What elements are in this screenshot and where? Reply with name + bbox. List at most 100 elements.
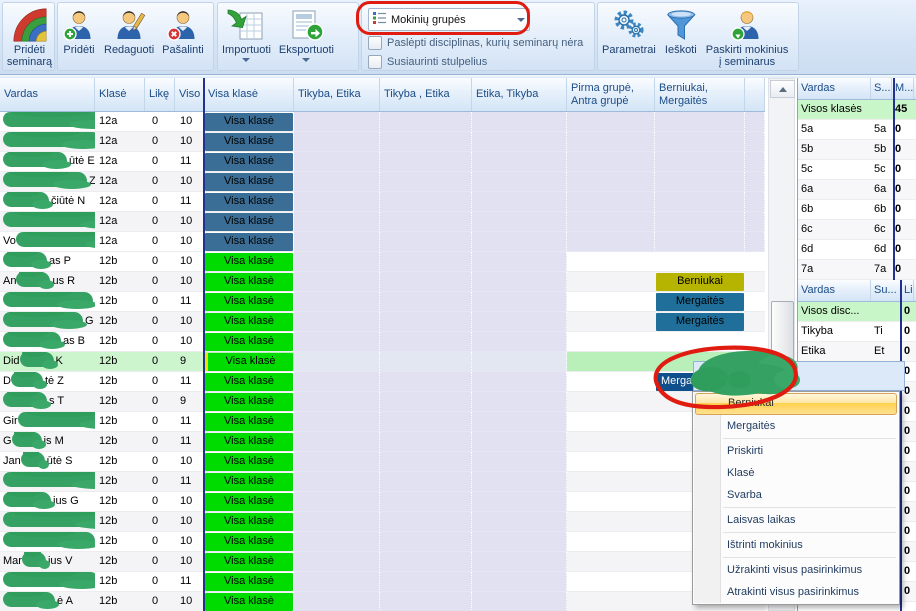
class-cell[interactable]: 12b [95,392,145,412]
class-cell[interactable]: 12b [95,572,145,592]
group-cell[interactable] [567,572,655,592]
visa-klase-tag[interactable]: Visa klasė [205,313,293,331]
left-cell[interactable]: 0 [145,472,175,492]
export-dropdown-arrow[interactable] [302,58,310,62]
total-cell[interactable]: 9 [175,392,204,412]
student-name-cell[interactable]: E [0,112,95,132]
discipline-cell[interactable] [472,392,567,412]
visa-klase-cell[interactable]: Visa klasė [204,392,294,412]
discipline-cell[interactable] [472,412,567,432]
visa-klase-tag[interactable]: Visa klasė [205,113,293,131]
table-row[interactable]: Gis M12b011Visa klasė [0,432,765,452]
student-name-cell[interactable] [0,512,95,532]
left-cell[interactable]: 0 [145,132,175,152]
visa-klase-tag[interactable]: Visa klasė [205,373,293,391]
total-cell[interactable]: 11 [175,472,204,492]
menu-item-atrakinti-visus-pasirinkimus[interactable]: Atrakinti visus pasirinkimus [693,581,899,603]
student-name-cell[interactable]: Gis M [0,432,95,452]
discipline-cell[interactable] [472,112,567,132]
panel-row[interactable]: Visos klasės45 [798,100,916,120]
column-header-visa-klasė[interactable]: Visa klasė [204,78,294,111]
group-cell[interactable] [567,272,655,292]
discipline-cell[interactable] [380,452,472,472]
group-cell[interactable] [745,252,765,272]
student-name-cell[interactable] [0,212,95,232]
table-row[interactable]: G12b010Visa klasėMergaitės [0,312,765,332]
discipline-cell[interactable] [294,172,380,192]
table-row[interactable]: D12b011Visa klasė [0,572,765,592]
discipline-cell[interactable] [294,592,380,611]
student-name-cell[interactable]: DidK [0,352,95,372]
table-row[interactable]: čiūtė N12a011Visa klasė [0,192,765,212]
class-cell[interactable]: 12b [95,412,145,432]
student-name-cell[interactable]: R [0,132,95,152]
visa-klase-cell[interactable]: Visa klasė [204,572,294,592]
panel-row[interactable]: TikybaTi0 [798,322,916,342]
panel-row[interactable]: 6a6a0 [798,180,916,200]
visa-klase-tag[interactable]: Visa klasė [205,273,293,291]
visa-klase-cell[interactable]: Visa klasė [204,592,294,611]
visa-klase-tag[interactable]: Visa klasė [205,153,293,171]
class-cell[interactable]: 12a [95,232,145,252]
panel-row[interactable]: 5c5c0 [798,160,916,180]
group-cell[interactable] [655,212,745,232]
left-cell[interactable]: 0 [145,272,175,292]
discipline-cell[interactable] [294,132,380,152]
discipline-cell[interactable] [294,292,380,312]
total-cell[interactable]: 9 [175,352,204,372]
group-cell[interactable] [745,272,765,292]
group-tag-teal[interactable]: Mergaitės [656,313,744,331]
total-cell[interactable]: 10 [175,172,204,192]
table-row[interactable]: J12b010Visa klasė [0,532,765,552]
total-cell[interactable]: 11 [175,372,204,392]
visa-klase-tag[interactable]: Visa klasė [205,533,293,551]
student-name-cell[interactable] [0,472,95,492]
visa-klase-cell[interactable]: Visa klasė [204,192,294,212]
discipline-cell[interactable] [472,212,567,232]
column-header-pirma-grupė[interactable]: Pirma grupė, Antra grupė [567,78,655,111]
class-cell[interactable]: 12b [95,512,145,532]
table-row[interactable]: E12a010Visa klasė [0,112,765,132]
left-cell[interactable]: 0 [145,412,175,432]
visa-klase-tag[interactable]: Visa klasė [205,333,293,351]
group-cell[interactable] [655,192,745,212]
discipline-cell[interactable] [472,252,567,272]
class-cell[interactable]: 12b [95,492,145,512]
class-cell[interactable]: 12b [95,332,145,352]
left-cell[interactable]: 0 [145,552,175,572]
table-row[interactable]: Marius V12b010Visa klasė [0,552,765,572]
group-cell[interactable] [745,112,765,132]
group-cell[interactable] [567,492,655,512]
left-cell[interactable]: 0 [145,172,175,192]
student-name-cell[interactable]: čiūtė N [0,192,95,212]
group-tag-olive[interactable]: Berniukai [656,273,744,291]
table-row[interactable]: 12b011Visa klasė [0,472,765,492]
visa-klase-cell[interactable]: Visa klasė [204,512,294,532]
class-cell[interactable]: 12b [95,292,145,312]
discipline-cell[interactable] [472,232,567,252]
visa-klase-tag[interactable]: Visa klasė [205,353,293,371]
total-cell[interactable]: 10 [175,452,204,472]
student-name-cell[interactable]: D [0,572,95,592]
hide-disciplines-checkbox-row[interactable]: Paslėpti disciplinas, kurių seminarų nėr… [368,36,583,50]
student-name-cell[interactable]: as B [0,332,95,352]
total-cell[interactable]: 10 [175,232,204,252]
table-row[interactable]: Z12a010Visa klasė [0,172,765,192]
discipline-cell[interactable] [472,152,567,172]
discipline-cell[interactable] [472,452,567,472]
discipline-cell[interactable] [472,552,567,572]
visa-klase-cell[interactable]: Visa klasė [204,232,294,252]
group-cell[interactable] [567,592,655,611]
column-header-klasė[interactable]: Klasė [95,78,145,111]
visa-klase-cell[interactable]: Visa klasė [204,252,294,272]
group-cell[interactable] [567,172,655,192]
menu-item-klasė[interactable]: Klasė [693,462,899,484]
visa-klase-tag[interactable]: Visa klasė [205,573,293,591]
group-cell[interactable] [567,132,655,152]
visa-klase-cell[interactable]: Visa klasė [204,312,294,332]
discipline-cell[interactable] [380,292,472,312]
group-cell[interactable]: Mergaitės [655,312,745,332]
scroll-up-button[interactable] [770,80,795,98]
discipline-cell[interactable] [472,372,567,392]
left-cell[interactable]: 0 [145,512,175,532]
